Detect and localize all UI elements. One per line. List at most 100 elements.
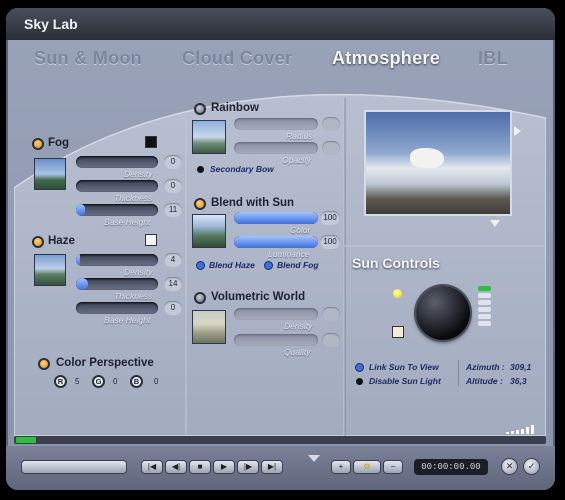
blend-luminance-value[interactable]: 100	[320, 235, 340, 249]
skip-to-end-button[interactable]: ▶|	[262, 461, 282, 473]
haze-radio[interactable]	[32, 236, 44, 248]
fog-thickness-slider[interactable]	[76, 180, 158, 192]
rainbow-opacity-value[interactable]	[322, 141, 340, 155]
disable-sun-light-radio[interactable]	[356, 378, 363, 385]
tab-cloud-cover[interactable]: Cloud Cover	[182, 48, 292, 69]
fog-density-value[interactable]: 0	[164, 155, 182, 169]
sun-indicator-icon[interactable]	[393, 289, 402, 298]
rainbow-radius-slider[interactable]	[234, 118, 318, 130]
tab-ibl[interactable]: IBL	[478, 48, 508, 69]
blue-channel-icon: B	[130, 375, 143, 388]
blend-color-fill	[234, 212, 318, 224]
fog-label: Fog	[48, 137, 70, 149]
volumetric-world-radio[interactable]	[194, 292, 206, 304]
close-button[interactable]: ✕	[502, 459, 517, 474]
haze-density-label: Density	[124, 267, 153, 277]
haze-base-height-slider[interactable]	[76, 302, 158, 314]
blend-luminance-slider[interactable]	[234, 236, 318, 248]
stop-button[interactable]: ■	[190, 461, 210, 473]
haze-thickness-value[interactable]: 14	[164, 277, 182, 291]
remove-keyframe-button[interactable]: −	[384, 461, 402, 473]
play-button[interactable]: ▶	[214, 461, 234, 473]
tab-bar: Sun & Moon Cloud Cover Atmosphere IBL	[6, 44, 555, 74]
key-icon[interactable]: ⚙	[354, 461, 380, 473]
red-channel-icon: R	[54, 375, 67, 388]
rainbow-radius-value[interactable]	[322, 117, 340, 131]
volumetric-quality-slider[interactable]	[234, 334, 318, 346]
haze-base-height-label: Base Height	[104, 315, 151, 325]
preview-menu-arrow-icon[interactable]	[514, 126, 521, 136]
fog-color-swatch[interactable]	[145, 136, 157, 148]
volumetric-quality-label: Quality	[284, 347, 311, 357]
add-keyframe-button[interactable]: +	[332, 461, 350, 473]
secondary-bow-label[interactable]: Secondary Bow	[210, 164, 274, 174]
volumetric-world-label: Volumetric World	[211, 291, 306, 303]
playback-menu-arrow-icon[interactable]	[308, 455, 320, 462]
keyframe-selector[interactable]	[22, 461, 126, 473]
skip-to-start-button[interactable]: |◀	[142, 461, 162, 473]
fog-base-height-fill	[76, 204, 85, 216]
sun-color-swatch[interactable]	[392, 326, 404, 338]
fog-base-height-slider[interactable]	[76, 204, 158, 216]
green-value[interactable]: 0	[113, 377, 117, 386]
sky-lab-window: Sky Lab Sun & Moon Cloud Cover Atmospher…	[6, 8, 555, 490]
blend-with-sun-label: Blend with Sun	[211, 197, 295, 209]
rainbow-radio[interactable]	[194, 103, 206, 115]
haze-color-swatch[interactable]	[145, 234, 157, 246]
blend-haze-radio[interactable]	[197, 262, 204, 269]
blue-value[interactable]: 0	[154, 377, 158, 386]
haze-base-height-value[interactable]: 0	[164, 301, 182, 315]
fog-density-label: Density	[124, 169, 153, 179]
disable-sun-light-label[interactable]: Disable Sun Light	[369, 376, 441, 386]
timeline-playhead[interactable]	[16, 437, 36, 443]
blend-haze-label[interactable]: Blend Haze	[209, 260, 255, 270]
blend-with-sun-preview-thumbnail	[192, 214, 226, 248]
preview-expand-arrow-icon[interactable]	[490, 220, 500, 227]
volumetric-density-slider[interactable]	[234, 308, 318, 320]
fog-base-height-value[interactable]: 11	[164, 203, 182, 217]
fog-density-slider[interactable]	[76, 156, 158, 168]
blend-color-value[interactable]: 100	[320, 211, 340, 225]
blend-color-label: Color	[290, 225, 311, 235]
fog-radio[interactable]	[32, 138, 44, 150]
altitude-value[interactable]: 36,3	[510, 376, 527, 386]
blend-fog-label[interactable]: Blend Fog	[277, 260, 319, 270]
blend-color-slider[interactable]	[234, 212, 318, 224]
link-sun-to-view-radio[interactable]	[356, 364, 363, 371]
haze-thickness-label: Thickness	[114, 291, 153, 301]
fog-base-height-label: Base Height	[104, 217, 151, 227]
blend-luminance-fill	[234, 236, 318, 248]
red-value[interactable]: 5	[75, 377, 79, 386]
blend-with-sun-radio[interactable]	[194, 198, 206, 210]
haze-thickness-slider[interactable]	[76, 278, 158, 290]
rainbow-label: Rainbow	[211, 102, 259, 114]
link-sun-to-view-label[interactable]: Link Sun To View	[369, 362, 439, 372]
fog-thickness-value[interactable]: 0	[164, 179, 182, 193]
confirm-button[interactable]: ✓	[524, 459, 539, 474]
volumetric-density-value[interactable]	[322, 307, 340, 321]
volumetric-world-preview-thumbnail	[192, 310, 226, 344]
rainbow-opacity-slider[interactable]	[234, 142, 318, 154]
volumetric-quality-value[interactable]	[322, 333, 340, 347]
step-forward-button[interactable]: |▶	[238, 461, 258, 473]
haze-density-slider[interactable]	[76, 254, 158, 266]
fog-preview-thumbnail	[34, 158, 66, 190]
tab-sun-moon[interactable]: Sun & Moon	[34, 48, 142, 69]
step-back-button[interactable]: ◀|	[166, 461, 186, 473]
tab-atmosphere[interactable]: Atmosphere	[332, 48, 440, 69]
azimuth-value[interactable]: 309,1	[510, 362, 531, 372]
rainbow-preview-thumbnail	[192, 120, 226, 154]
sun-position-trackball[interactable]	[416, 286, 470, 340]
timeline-track[interactable]	[14, 436, 546, 444]
blend-fog-radio[interactable]	[265, 262, 272, 269]
haze-density-value[interactable]: 4	[164, 253, 182, 267]
secondary-bow-radio[interactable]	[197, 166, 204, 173]
haze-density-fill	[76, 254, 80, 266]
fog-thickness-label: Thickness	[114, 193, 153, 203]
title-bar[interactable]: Sky Lab	[6, 8, 555, 40]
color-perspective-label: Color Perspective	[56, 357, 154, 369]
time-display[interactable]: 00:00:00.00	[414, 459, 488, 475]
sun-intensity-led-meter[interactable]	[478, 286, 491, 336]
color-perspective-radio[interactable]	[38, 358, 50, 370]
volumetric-density-label: Density	[284, 321, 313, 331]
